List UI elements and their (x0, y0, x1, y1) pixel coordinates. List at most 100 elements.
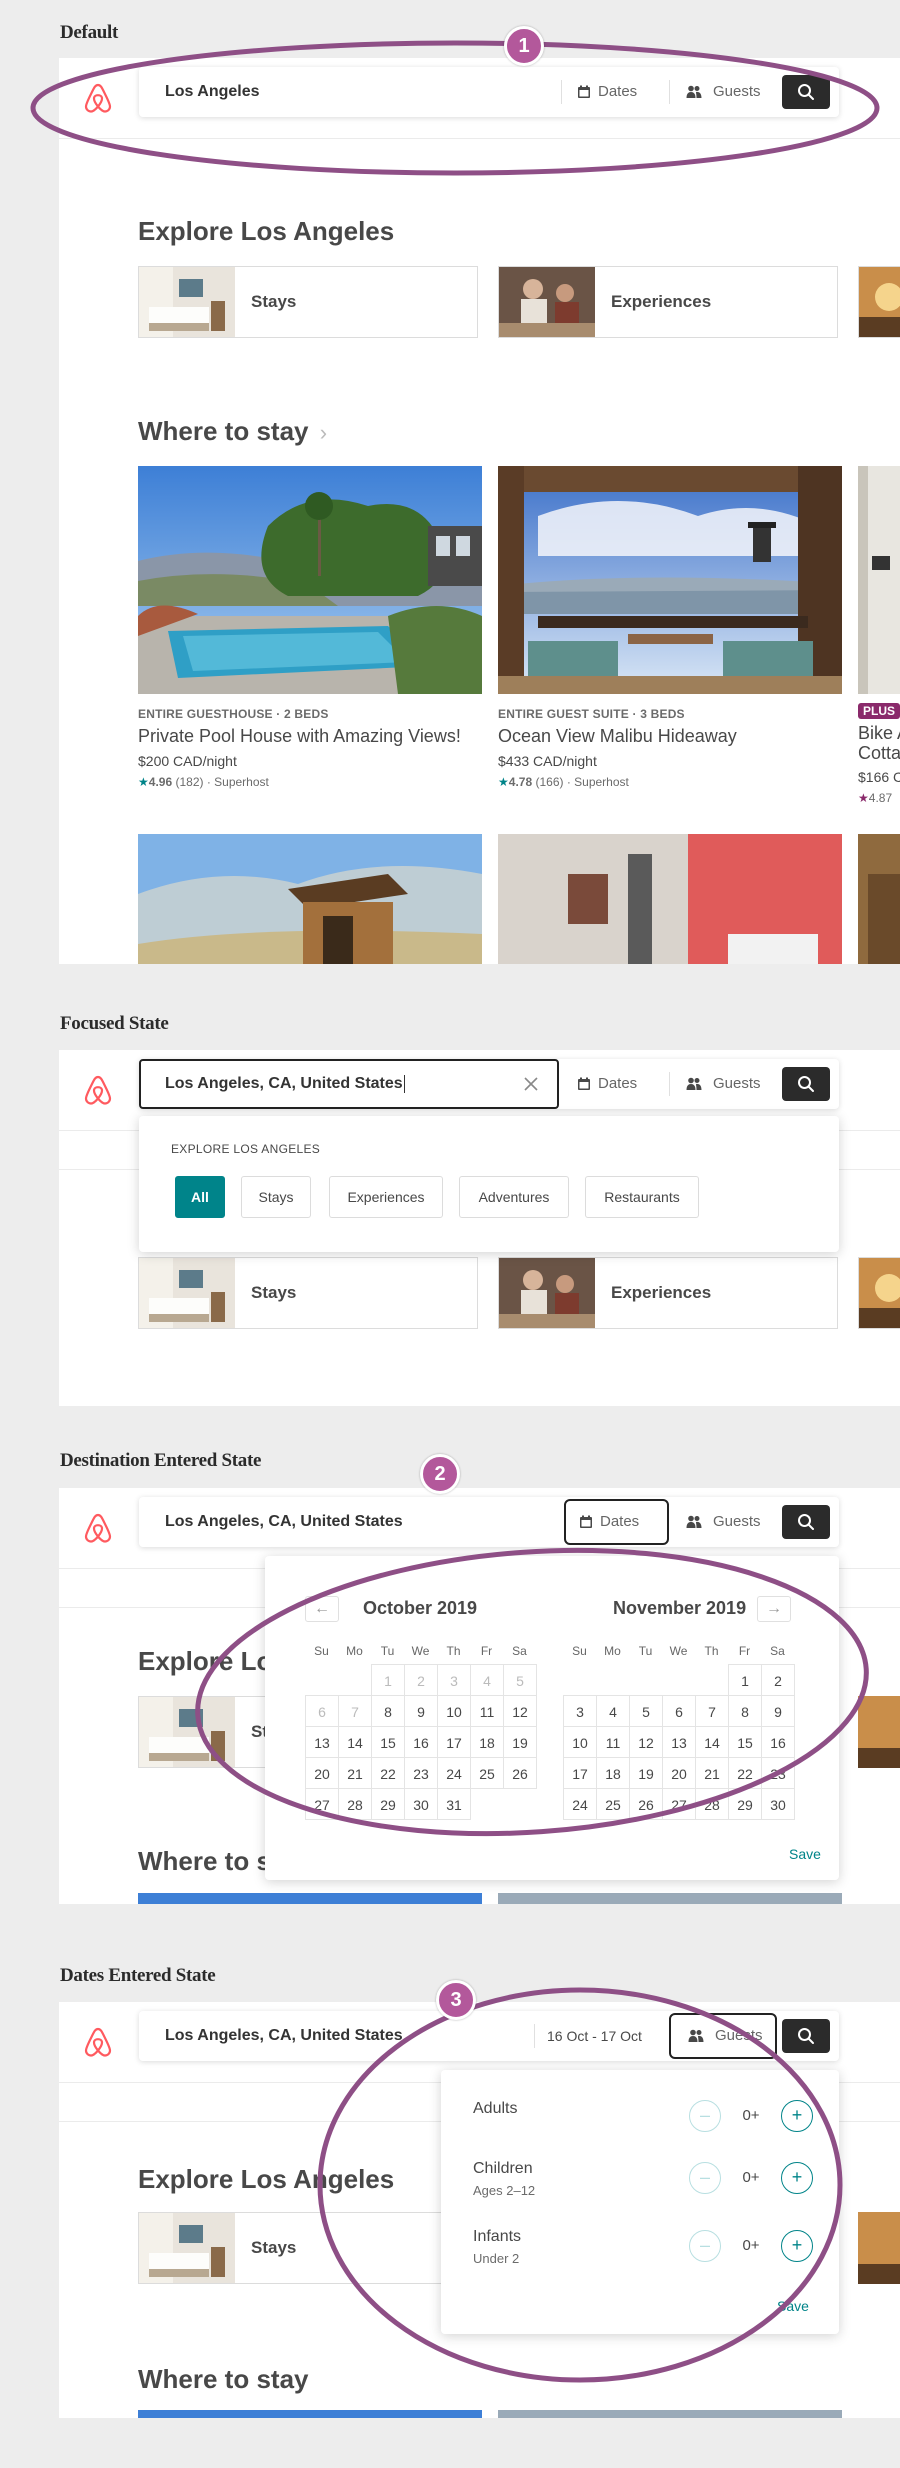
listing-photo[interactable] (858, 466, 900, 694)
calendar-day[interactable]: 15 (728, 1726, 762, 1758)
decrement-button[interactable]: – (689, 2230, 721, 2262)
listing-title[interactable]: Ocean View Malibu Hideaway (498, 726, 842, 747)
calendar-day[interactable]: 18 (470, 1726, 504, 1758)
calendar-day[interactable]: 29 (728, 1788, 762, 1820)
calendar-day[interactable]: 11 (596, 1726, 630, 1758)
calendar-day[interactable]: 23 (404, 1757, 438, 1789)
category-stays[interactable]: Stays (138, 266, 478, 338)
listing-photo[interactable] (498, 2410, 842, 2418)
search-button[interactable] (782, 1067, 830, 1101)
increment-button[interactable]: + (781, 2100, 813, 2132)
listing-photo[interactable] (498, 466, 842, 694)
listing-photo[interactable] (498, 834, 842, 964)
category-stays[interactable]: Stays (138, 2212, 478, 2284)
decrement-button[interactable]: – (689, 2162, 721, 2194)
save-button[interactable]: Save (777, 2298, 809, 2314)
calendar-day[interactable]: 22 (371, 1757, 405, 1789)
location-input[interactable]: Los Angeles, CA, United States (165, 2011, 403, 2061)
chip-all[interactable]: All (175, 1176, 225, 1218)
calendar-day[interactable]: 24 (437, 1757, 471, 1789)
calendar-day[interactable]: 3 (563, 1695, 597, 1727)
calendar-day[interactable]: 27 (662, 1788, 696, 1820)
category-adventures[interactable] (858, 266, 900, 338)
calendar-day[interactable]: 16 (761, 1726, 795, 1758)
airbnb-logo-icon[interactable] (82, 1074, 114, 1106)
listing-photo[interactable] (138, 834, 482, 964)
calendar-day[interactable]: 10 (563, 1726, 597, 1758)
calendar-day[interactable]: 9 (761, 1695, 795, 1727)
search-button[interactable] (782, 2019, 830, 2053)
calendar-day[interactable]: 26 (503, 1757, 537, 1789)
guests-button[interactable]: Guests (669, 1059, 784, 1109)
search-button[interactable] (782, 1505, 830, 1539)
calendar-day[interactable]: 25 (470, 1757, 504, 1789)
listing-photo[interactable] (138, 2410, 482, 2418)
calendar-day[interactable]: 10 (437, 1695, 471, 1727)
adventures-image[interactable] (858, 1696, 900, 1768)
listing-photo[interactable] (858, 834, 900, 964)
calendar-day[interactable]: 9 (404, 1695, 438, 1727)
listing-card[interactable]: ENTIRE GUESTHOUSE · 2 BEDS Private Pool … (138, 466, 482, 789)
guests-button[interactable]: Guests (669, 67, 784, 117)
calendar-day[interactable]: 14 (338, 1726, 372, 1758)
calendar-day[interactable]: 20 (305, 1757, 339, 1789)
calendar-day[interactable]: 12 (629, 1726, 663, 1758)
category-experiences[interactable]: Experiences (498, 266, 838, 338)
dates-value[interactable]: 16 Oct - 17 Oct (547, 2011, 642, 2061)
location-input[interactable]: Los Angeles (165, 67, 260, 117)
calendar-day[interactable]: 8 (728, 1695, 762, 1727)
calendar-day[interactable]: 29 (371, 1788, 405, 1820)
calendar-day[interactable]: 1 (728, 1664, 762, 1696)
calendar-day[interactable]: 6 (662, 1695, 696, 1727)
chevron-right-icon[interactable]: › (320, 420, 327, 445)
calendar-day[interactable]: 25 (596, 1788, 630, 1820)
category-experiences[interactable]: Experiences (498, 1257, 838, 1329)
calendar-day[interactable]: 21 (338, 1757, 372, 1789)
save-button[interactable]: Save (789, 1846, 821, 1862)
calendar-day[interactable]: 13 (662, 1726, 696, 1758)
calendar-day[interactable]: 20 (662, 1757, 696, 1789)
listing-card[interactable]: ENTIRE GUEST SUITE · 3 BEDS Ocean View M… (498, 466, 842, 789)
calendar-day[interactable]: 22 (728, 1757, 762, 1789)
location-input[interactable]: Los Angeles, CA, United States (139, 1059, 559, 1109)
location-input[interactable]: Los Angeles, CA, United States (165, 1497, 403, 1547)
listing-card[interactable]: PLUS Bike A Cotta $166 C ★4.87 (858, 466, 900, 805)
calendar-day[interactable]: 12 (503, 1695, 537, 1727)
calendar-day[interactable]: 21 (695, 1757, 729, 1789)
calendar-day[interactable]: 19 (503, 1726, 537, 1758)
calendar-day[interactable]: 5 (629, 1695, 663, 1727)
airbnb-logo-icon[interactable] (82, 82, 114, 114)
chip-stays[interactable]: Stays (241, 1176, 311, 1218)
calendar-day[interactable]: 15 (371, 1726, 405, 1758)
guests-button[interactable]: Guests (669, 1497, 784, 1547)
calendar-day[interactable]: 13 (305, 1726, 339, 1758)
calendar-day[interactable]: 17 (437, 1726, 471, 1758)
dates-button[interactable]: Dates (564, 1499, 669, 1545)
calendar-day[interactable]: 28 (695, 1788, 729, 1820)
adventures-image[interactable] (858, 2212, 900, 2284)
calendar-day[interactable]: 23 (761, 1757, 795, 1789)
category-stays[interactable]: Stays (138, 1257, 478, 1329)
calendar-day[interactable]: 14 (695, 1726, 729, 1758)
chip-adventures[interactable]: Adventures (459, 1176, 569, 1218)
calendar-day[interactable]: 26 (629, 1788, 663, 1820)
calendar-day[interactable]: 16 (404, 1726, 438, 1758)
calendar-day[interactable]: 19 (629, 1757, 663, 1789)
chip-experiences[interactable]: Experiences (329, 1176, 443, 1218)
listing-title[interactable]: Private Pool House with Amazing Views! (138, 726, 482, 747)
listing-title[interactable]: Bike A Cotta (858, 723, 900, 763)
calendar-day[interactable]: 28 (338, 1788, 372, 1820)
calendar-day[interactable]: 30 (404, 1788, 438, 1820)
calendar-day[interactable]: 4 (596, 1695, 630, 1727)
calendar-day[interactable]: 7 (695, 1695, 729, 1727)
airbnb-logo-icon[interactable] (82, 1512, 114, 1544)
listing-photo[interactable] (138, 466, 482, 694)
calendar-day[interactable]: 11 (470, 1695, 504, 1727)
calendar-day[interactable]: 30 (761, 1788, 795, 1820)
calendar-day[interactable]: 17 (563, 1757, 597, 1789)
calendar-day[interactable]: 27 (305, 1788, 339, 1820)
listing-photo[interactable] (498, 1893, 842, 1904)
calendar-day[interactable]: 2 (761, 1664, 795, 1696)
clear-icon[interactable] (521, 1074, 541, 1094)
guests-button[interactable]: Guests (669, 2013, 777, 2059)
